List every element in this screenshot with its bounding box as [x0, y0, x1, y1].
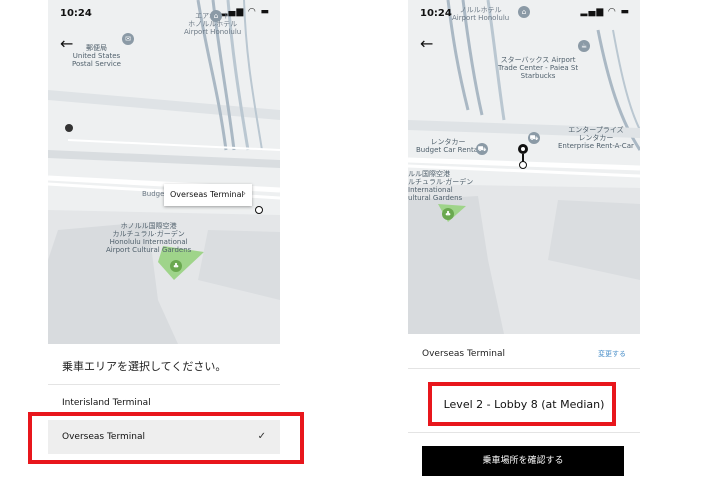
location-dot-icon — [65, 124, 73, 132]
map-label-enterprise: エンタープライズ レンタカー Enterprise Rent-A-Car — [558, 126, 634, 150]
divider — [408, 368, 640, 369]
map-label-post-office: 郵便局 United States Postal Service — [72, 44, 121, 68]
map-label-text: Airport Honolulu — [452, 14, 510, 22]
map-label-text: ultural Gardens — [408, 194, 463, 202]
pin-base — [519, 161, 527, 169]
pin-icon[interactable] — [518, 144, 528, 154]
chevron-right-icon: › — [242, 189, 246, 199]
divider — [48, 384, 280, 385]
highlight-box-left — [28, 412, 304, 464]
map-label-garden: ルル国際空港 ルチュラル·ガーデン International ultural … — [408, 170, 473, 202]
map-label-text: カルチュラル·ガーデン — [112, 230, 185, 238]
map-label-text: Honolulu International — [109, 238, 188, 246]
map-label-text: ルル国際空港 — [408, 170, 450, 178]
map-label-text: レンタカー — [430, 138, 466, 146]
map-view[interactable]: 10:24 ▂▄▆ ◠ ▬ ← ノルルホテル Airport Honolulu … — [408, 0, 640, 334]
map-label-text: レンタカー — [578, 134, 614, 142]
terminal-row: Overseas Terminal 変更する — [408, 342, 640, 368]
map-label-text: スターバックス Airport — [500, 56, 576, 64]
map-label-starbucks: スターバックス Airport Trade Center - Paiea St … — [498, 56, 578, 80]
sheet-title: 乗車エリアを選択してください。 — [62, 360, 227, 373]
map-label-text: Starbucks — [520, 72, 556, 80]
confirm-pickup-button[interactable]: 乗車場所を確認する — [422, 446, 624, 476]
terminal-marker[interactable] — [255, 206, 263, 214]
map-label-text: ルチュラル·ガーデン — [408, 178, 474, 186]
park-icon: ♣ — [442, 208, 454, 220]
map-label-text: 郵便局 — [85, 44, 107, 52]
map-label-text: Airport Cultural Gardens — [106, 246, 192, 254]
terminal-label: Overseas Terminal — [422, 349, 505, 359]
car-icon: ⛟ — [528, 132, 540, 144]
map-label-text: ノルルホテル — [459, 6, 502, 14]
map-label-text: Airport Honolulu — [184, 28, 242, 36]
status-icons: ▂▄▆ ◠ ▬ — [580, 7, 630, 17]
map-label-text: United States — [72, 52, 121, 60]
change-link[interactable]: 変更する — [598, 349, 626, 359]
coffee-icon: ☕ — [578, 40, 590, 52]
map-label-text: Enterprise Rent-A-Car — [558, 142, 634, 150]
map-label-text: Trade Center - Paiea St — [498, 64, 579, 72]
hotel-icon: ⌂ — [210, 10, 222, 22]
highlight-box-right — [428, 382, 616, 426]
map-label-budget-rental: レンタカー Budget Car Rental — [416, 138, 480, 154]
terminal-tooltip[interactable]: Overseas Terminal › — [164, 184, 252, 206]
hotel-icon: ⌂ — [518, 6, 530, 18]
map-label-garden: ホノルル国際空港 カルチュラル·ガーデン Honolulu Internatio… — [106, 222, 191, 254]
map-label-text: Postal Service — [72, 60, 121, 68]
tooltip-label: Overseas Terminal — [170, 190, 244, 199]
park-icon: ♣ — [170, 260, 182, 272]
map-label-hotel: ノルルホテル Airport Honolulu — [452, 6, 509, 22]
map-view[interactable]: 10:24 ▂▄▆ ◠ ▬ ← 郵便局 United States Postal… — [48, 0, 280, 344]
option-label: Interisland Terminal — [62, 398, 151, 408]
car-icon: ⛟ — [476, 143, 488, 155]
map-label-text: Budget Car Rental — [416, 146, 480, 154]
post-icon: ✉ — [122, 33, 134, 45]
status-time: 10:24 — [420, 8, 452, 19]
map-label-text: International — [408, 186, 453, 194]
map-label-text: エンタープライズ — [568, 126, 624, 134]
back-arrow-icon[interactable]: ← — [420, 34, 433, 53]
status-time: 10:24 — [60, 8, 92, 19]
left-phone-screen: 10:24 ▂▄▆ ◠ ▬ ← 郵便局 United States Postal… — [48, 0, 280, 480]
map-label-text: ホノルル国際空港 — [120, 222, 177, 230]
divider — [408, 432, 640, 433]
